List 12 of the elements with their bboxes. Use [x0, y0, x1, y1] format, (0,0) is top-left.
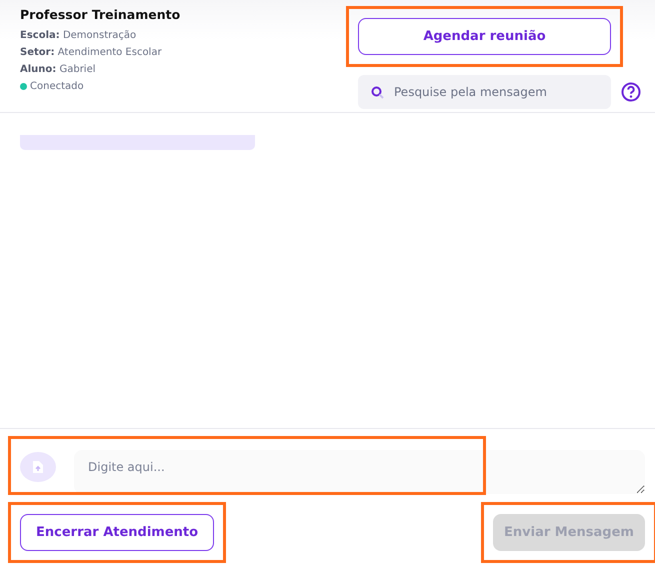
search-icon [371, 86, 384, 98]
message-input[interactable]: Digite aqui... [74, 450, 645, 494]
contact-detail: Setor: Atendimento Escolar [20, 47, 163, 58]
status-text: Conectado [30, 81, 84, 92]
contact-name: Professor Treinamento [20, 7, 180, 22]
help-icon[interactable] [621, 82, 641, 102]
file-upload-icon [32, 460, 44, 474]
schedule-meeting-button[interactable]: Agendar reunião [358, 18, 611, 54]
contact-detail: Aluno: Gabriel [20, 64, 97, 75]
search-field[interactable]: Pesquise pela mensagem [358, 74, 611, 108]
end-service-button[interactable]: Encerrar Atendimento [20, 514, 214, 551]
contact-detail: Escola: Demonstração [20, 30, 138, 41]
